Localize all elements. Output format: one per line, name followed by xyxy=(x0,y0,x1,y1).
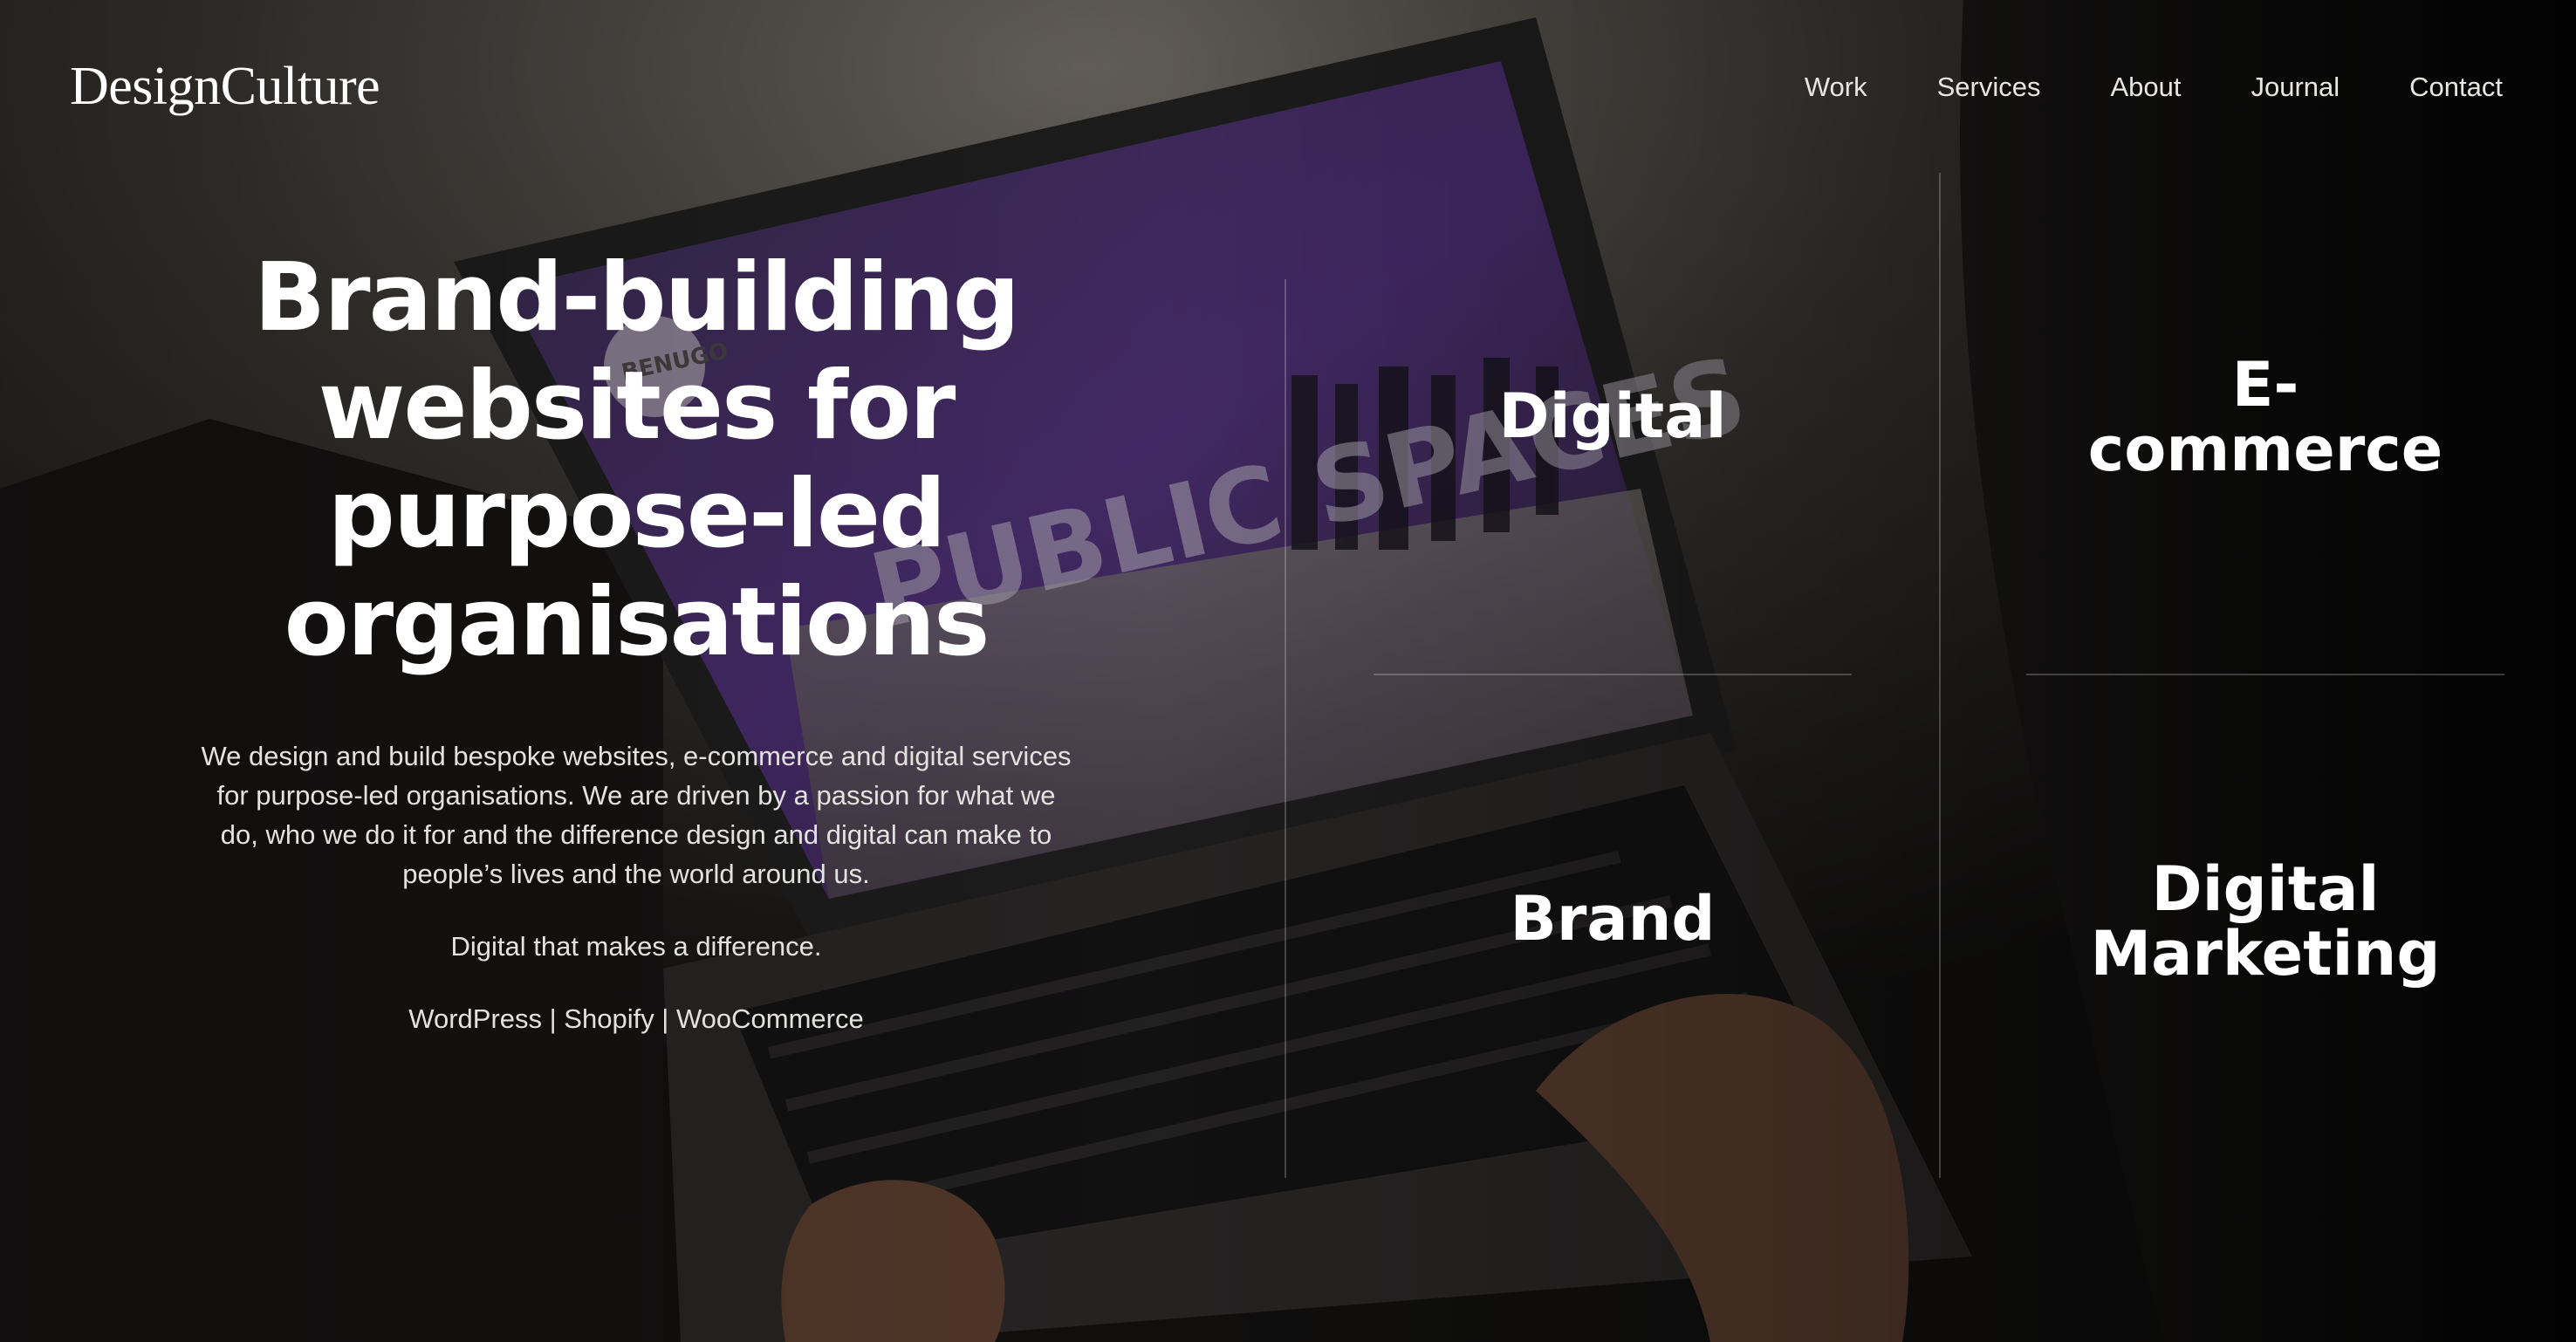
service-label: commerce xyxy=(2087,414,2443,485)
tech-stack: WordPress | Shopify | WooCommerce xyxy=(408,1003,864,1034)
nav-item-work[interactable]: Work xyxy=(1805,72,1867,103)
service-label: Brand xyxy=(1510,883,1716,955)
service-digital[interactable]: Digital xyxy=(1374,384,1852,448)
grid-divider xyxy=(2026,674,2504,675)
hero-tagline: Digital that makes a difference. xyxy=(450,931,822,962)
service-label: Digital xyxy=(1498,380,1727,452)
service-label: Digital xyxy=(2151,853,2380,925)
headline-line: Brand-building xyxy=(253,243,1020,353)
hero-copy: Brand-building websites for purpose-led … xyxy=(201,244,1072,1038)
grid-divider xyxy=(1285,279,1286,1178)
logo[interactable]: DesignCulture xyxy=(70,56,380,118)
nav-item-services[interactable]: Services xyxy=(1937,72,2041,103)
hero-intro: We design and build bespoke websites, e-… xyxy=(201,741,1072,889)
service-label: E- xyxy=(2231,349,2299,421)
service-label: Marketing xyxy=(2090,918,2441,989)
headline-line: organisations xyxy=(284,568,990,677)
hero-section: PUBLIC SPACES BENUGO DesignCulture Work … xyxy=(0,0,2576,1342)
hero-headline: Brand-building websites for purpose-led … xyxy=(201,244,1072,677)
service-ecommerce[interactable]: E- commerce xyxy=(2026,353,2504,482)
nav-item-contact[interactable]: Contact xyxy=(2409,72,2503,103)
main-nav: Work Services About Journal Contact xyxy=(1805,72,2503,103)
headline-line: purpose-led xyxy=(327,460,947,569)
grid-divider xyxy=(1374,674,1852,675)
headline-line: websites for xyxy=(318,352,956,461)
service-digital-marketing[interactable]: Digital Marketing xyxy=(2026,857,2504,986)
service-brand[interactable]: Brand xyxy=(1374,887,1852,951)
nav-item-journal[interactable]: Journal xyxy=(2251,72,2340,103)
nav-item-about[interactable]: About xyxy=(2110,72,2181,103)
grid-divider xyxy=(1939,173,1941,1178)
